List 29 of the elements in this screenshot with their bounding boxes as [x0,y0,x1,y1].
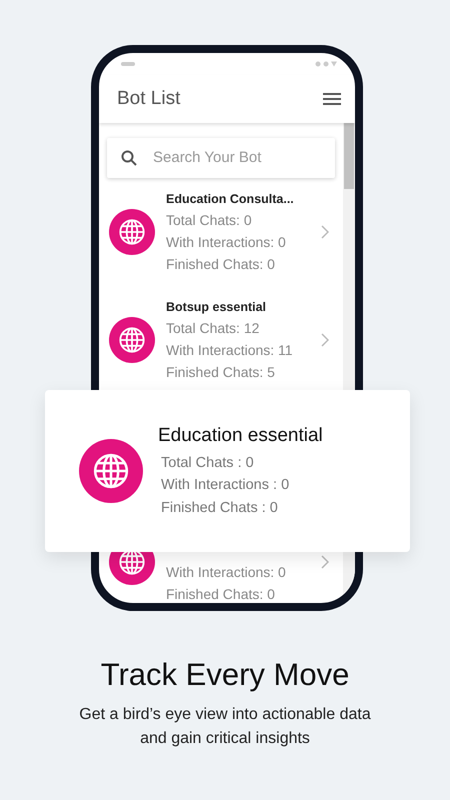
chevron-icon [321,332,329,347]
bot-list-item[interactable]: Botsup essential Total Chats: 12 With Interactions: 11 Finished Chats: 5 [107,286,335,394]
bot-list-item[interactable]: Education Consulta... Total Chats: 0 With Interactions: 0 Finished Chats: 0 [107,178,335,286]
search-icon [121,150,137,166]
finished-chats: Finished Chats : 0 [160,498,279,518]
app-title: Bot List [117,86,180,111]
globe-icon [118,326,146,354]
tagline: Get a bird’s eye view into actionable data and gain critical insights [78,705,372,749]
status-bar-icon [121,62,135,66]
bot-name: Education Consulta... [166,191,295,208]
total-chats: Total Chats: 12 [166,319,260,338]
with-interactions: With Interactions : 0 [160,476,290,496]
with-interactions: With Interactions: 0 [166,233,287,252]
globe-icon [118,218,146,246]
headline: Track Every Move [100,656,350,694]
total-chats: Total Chats : 0 [160,454,255,473]
with-interactions: With Interactions: 0 [166,563,287,582]
finished-chats: Finished Chats: 0 [166,585,276,603]
finished-chats: Finished Chats: 5 [166,363,276,382]
with-interactions: With Interactions: 11 [166,341,294,360]
globe-icon [92,452,130,490]
scrollbar-thumb[interactable] [344,123,354,189]
status-icons [315,61,337,67]
finished-chats: Finished Chats: 0 [166,255,276,274]
bot-name: Botsup essential [166,299,268,316]
chevron-icon [321,224,329,239]
bot-name: Education essential [158,424,323,448]
total-chats: Total Chats: 0 [166,211,253,230]
chevron-icon [321,554,329,569]
